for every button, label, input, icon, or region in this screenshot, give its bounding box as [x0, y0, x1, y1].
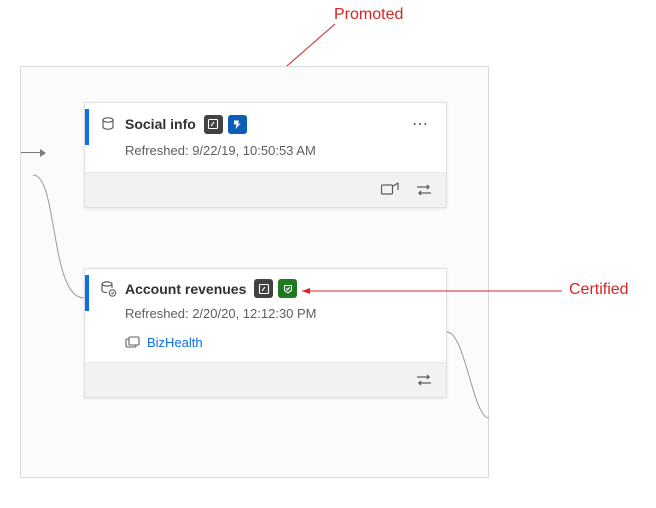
sensitivity-icon[interactable]	[204, 115, 223, 134]
sensitivity-icon[interactable]	[254, 279, 273, 298]
swap-icon[interactable]	[414, 181, 434, 199]
card-accent-bar	[85, 275, 89, 311]
annotation-promoted-label: Promoted	[334, 6, 403, 24]
dataset-card-account-revenues[interactable]: Account revenues Refreshed: 2/20/20, 12:…	[84, 268, 447, 398]
lineage-rail-arrow	[40, 149, 46, 157]
promoted-icon[interactable]	[228, 115, 247, 134]
lineage-rail-line	[21, 152, 41, 153]
card-refreshed-text: Refreshed: 9/22/19, 10:50:53 AM	[85, 139, 446, 172]
dataset-card-social-info[interactable]: Social info ⋯ Refreshed: 9/22/19, 10:50:…	[84, 102, 447, 208]
database-icon	[99, 115, 117, 133]
share-out-icon[interactable]	[380, 181, 400, 199]
swap-icon[interactable]	[414, 371, 434, 389]
card-accent-bar	[85, 109, 89, 145]
workspace-icon	[125, 336, 141, 350]
card-refreshed-text: Refreshed: 2/20/20, 12:12:30 PM	[85, 302, 446, 335]
card-more-button[interactable]: ⋯	[406, 113, 434, 135]
card-title: Social info	[125, 116, 196, 132]
annotation-certified-label: Certified	[569, 281, 629, 299]
workspace-link[interactable]: BizHealth	[147, 335, 203, 350]
certified-icon[interactable]	[278, 279, 297, 298]
card-title: Account revenues	[125, 281, 246, 297]
dataset-linked-icon	[99, 280, 117, 298]
